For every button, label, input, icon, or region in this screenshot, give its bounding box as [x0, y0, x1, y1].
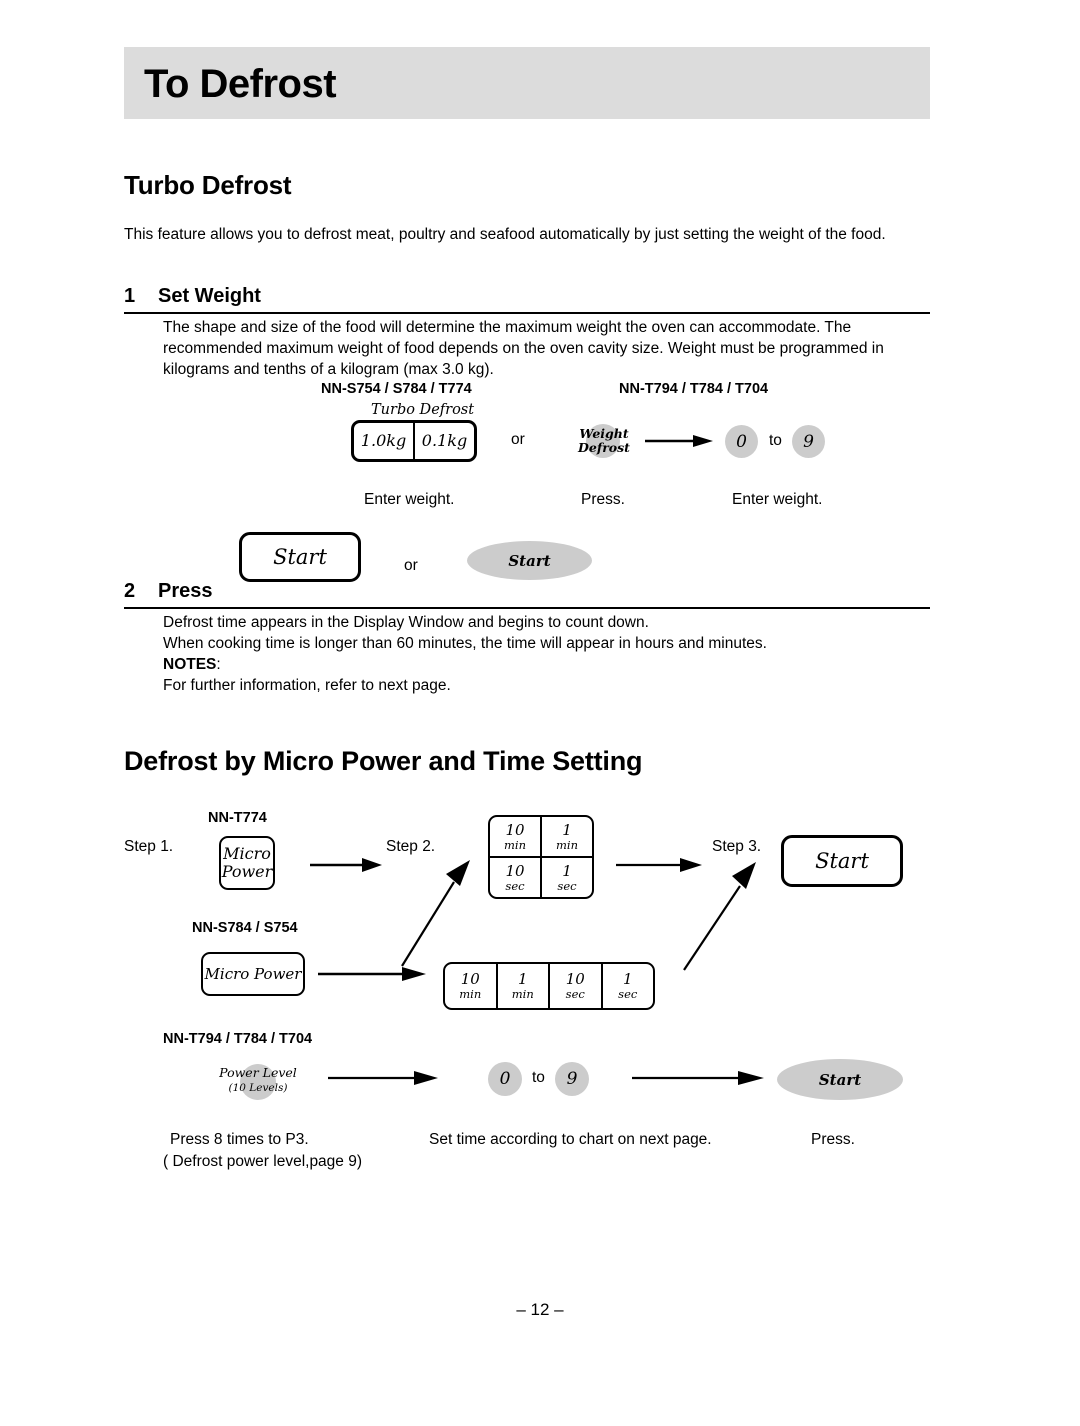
caption-press-start: Press.: [811, 1131, 855, 1148]
model-label-s754-s784-t774: NN-S754 / S784 / T774: [321, 381, 472, 397]
model-label-s784-s754: NN-S784 / S754: [192, 920, 298, 936]
start-key-micro-label[interactable]: Start: [784, 838, 900, 884]
time-pad-s784-cell-10-min[interactable]: 10 min: [445, 964, 498, 1008]
time-pad-s784[interactable]: 10 min 1 min 10 sec 1 sec: [443, 962, 655, 1010]
press-body-line-2: When cooking time is longer than 60 minu…: [163, 635, 767, 652]
step-1-diagram-label: Step 1.: [124, 838, 174, 855]
start-button-ellipse-micro[interactable]: Start: [777, 1059, 903, 1100]
micro-power-key-s784-label[interactable]: Micro Power: [203, 954, 303, 994]
page-number: – 12 –: [516, 1300, 564, 1319]
step-1-label: Set Weight: [158, 285, 261, 307]
section-heading-turbo-defrost: Turbo Defrost: [124, 170, 292, 200]
caption-enter-weight-left: Enter weight.: [364, 491, 455, 508]
or-separator-weight: or: [511, 431, 525, 448]
start-button-ellipse[interactable]: Start: [467, 541, 592, 580]
micro-power-key-t774[interactable]: Micro Power: [219, 836, 275, 890]
arrow-diagonal-to-start: [683, 862, 756, 971]
arrow-diagonal-s784-to-step2: [401, 860, 470, 967]
model-label-t794-t784-t704-micro: NN-T794 / T784 / T704: [163, 1031, 313, 1047]
section-heading-micro-power: Defrost by Micro Power and Time Setting: [124, 746, 643, 776]
turbo-defrost-key-caption: Turbo Defrost: [371, 402, 475, 418]
step-2-label: Press: [158, 580, 213, 602]
time-pad-row-minutes: 10 min 1 min: [490, 817, 592, 858]
model-label-t774: NN-T774: [208, 810, 267, 826]
time-pad-s784-cell-1-min[interactable]: 1 min: [498, 964, 550, 1008]
page-title: To Defrost: [144, 62, 337, 106]
digit-button-0[interactable]: 0: [725, 425, 758, 458]
time-pad-t774[interactable]: 10 min 1 min 10 sec 1 sec: [488, 815, 594, 899]
press-body-line-1: Defrost time appears in the Display Wind…: [163, 614, 649, 631]
step-2-rule: [124, 607, 930, 609]
step-2-number: 2: [124, 580, 136, 602]
power-digit-button-0[interactable]: 0: [488, 1062, 522, 1096]
turbo-defrost-weight-key[interactable]: 1.0kg 0.1kg: [351, 420, 477, 462]
digit-range-to-label: to: [769, 432, 782, 449]
step-3-diagram-label: Step 3.: [712, 838, 762, 855]
caption-enter-weight-right: Enter weight.: [732, 491, 823, 508]
time-pad-cell-1-min[interactable]: 1 min: [542, 817, 592, 856]
weight-key-cell-0-1kg[interactable]: 0.1kg: [415, 423, 474, 459]
arrow-power-level-to-digits: [328, 1071, 438, 1085]
time-pad-s784-cell-10-sec[interactable]: 10 sec: [550, 964, 603, 1008]
start-key-box-micro[interactable]: Start: [781, 835, 903, 887]
model-label-t794-t784-t704: NN-T794 / T784 / T704: [619, 381, 769, 397]
start-key-box[interactable]: Start: [239, 532, 361, 582]
notes-heading: NOTES:: [163, 656, 221, 673]
arrow-micro-power-to-step2: [310, 858, 382, 872]
or-separator-start: or: [404, 557, 418, 574]
time-pad-cell-1-sec[interactable]: 1 sec: [542, 858, 592, 897]
step-1-body-text: The shape and size of the food will dete…: [163, 319, 884, 378]
power-level-button-label: Power Level (10 Levels): [219, 1065, 297, 1095]
step-2-body-text: Defrost time appears in the Display Wind…: [163, 612, 931, 696]
turbo-defrost-intro-text: This feature allows you to defrost meat,…: [124, 226, 886, 243]
arrow-weight-defrost-to-digits: [645, 435, 713, 447]
step-1-rule: [124, 312, 930, 314]
caption-press-weight-defrost: Press.: [581, 491, 625, 508]
step-1-number: 1: [124, 285, 136, 307]
micro-power-key-s784[interactable]: Micro Power: [201, 952, 305, 996]
document-page: To Defrost Turbo Defrost This feature al…: [0, 0, 1080, 1426]
caption-press-8-times: Press 8 times to P3.: [170, 1131, 309, 1148]
power-digit-range-to-label: to: [532, 1069, 545, 1086]
power-digit-button-9[interactable]: 9: [555, 1062, 589, 1096]
caption-defrost-power-level-page: ( Defrost power level,page 9): [163, 1153, 363, 1170]
time-pad-s784-cell-1-sec[interactable]: 1 sec: [603, 964, 654, 1008]
time-pad-cell-10-min[interactable]: 10 min: [490, 817, 542, 856]
caption-set-time-chart: Set time according to chart on next page…: [429, 1131, 712, 1148]
notes-body: For further information, refer to next p…: [163, 677, 451, 694]
weight-key-cell-1kg[interactable]: 1.0kg: [354, 423, 415, 459]
arrow-digits-to-start: [632, 1071, 764, 1085]
micro-power-key-label[interactable]: Micro Power: [221, 838, 273, 888]
time-pad-row-seconds: 10 sec 1 sec: [490, 858, 592, 897]
start-key-cell[interactable]: Start: [242, 535, 358, 579]
step-2-diagram-label: Step 2.: [386, 838, 436, 855]
digit-button-9[interactable]: 9: [792, 425, 825, 458]
weight-defrost-button-label: Weight Defrost: [578, 426, 630, 455]
